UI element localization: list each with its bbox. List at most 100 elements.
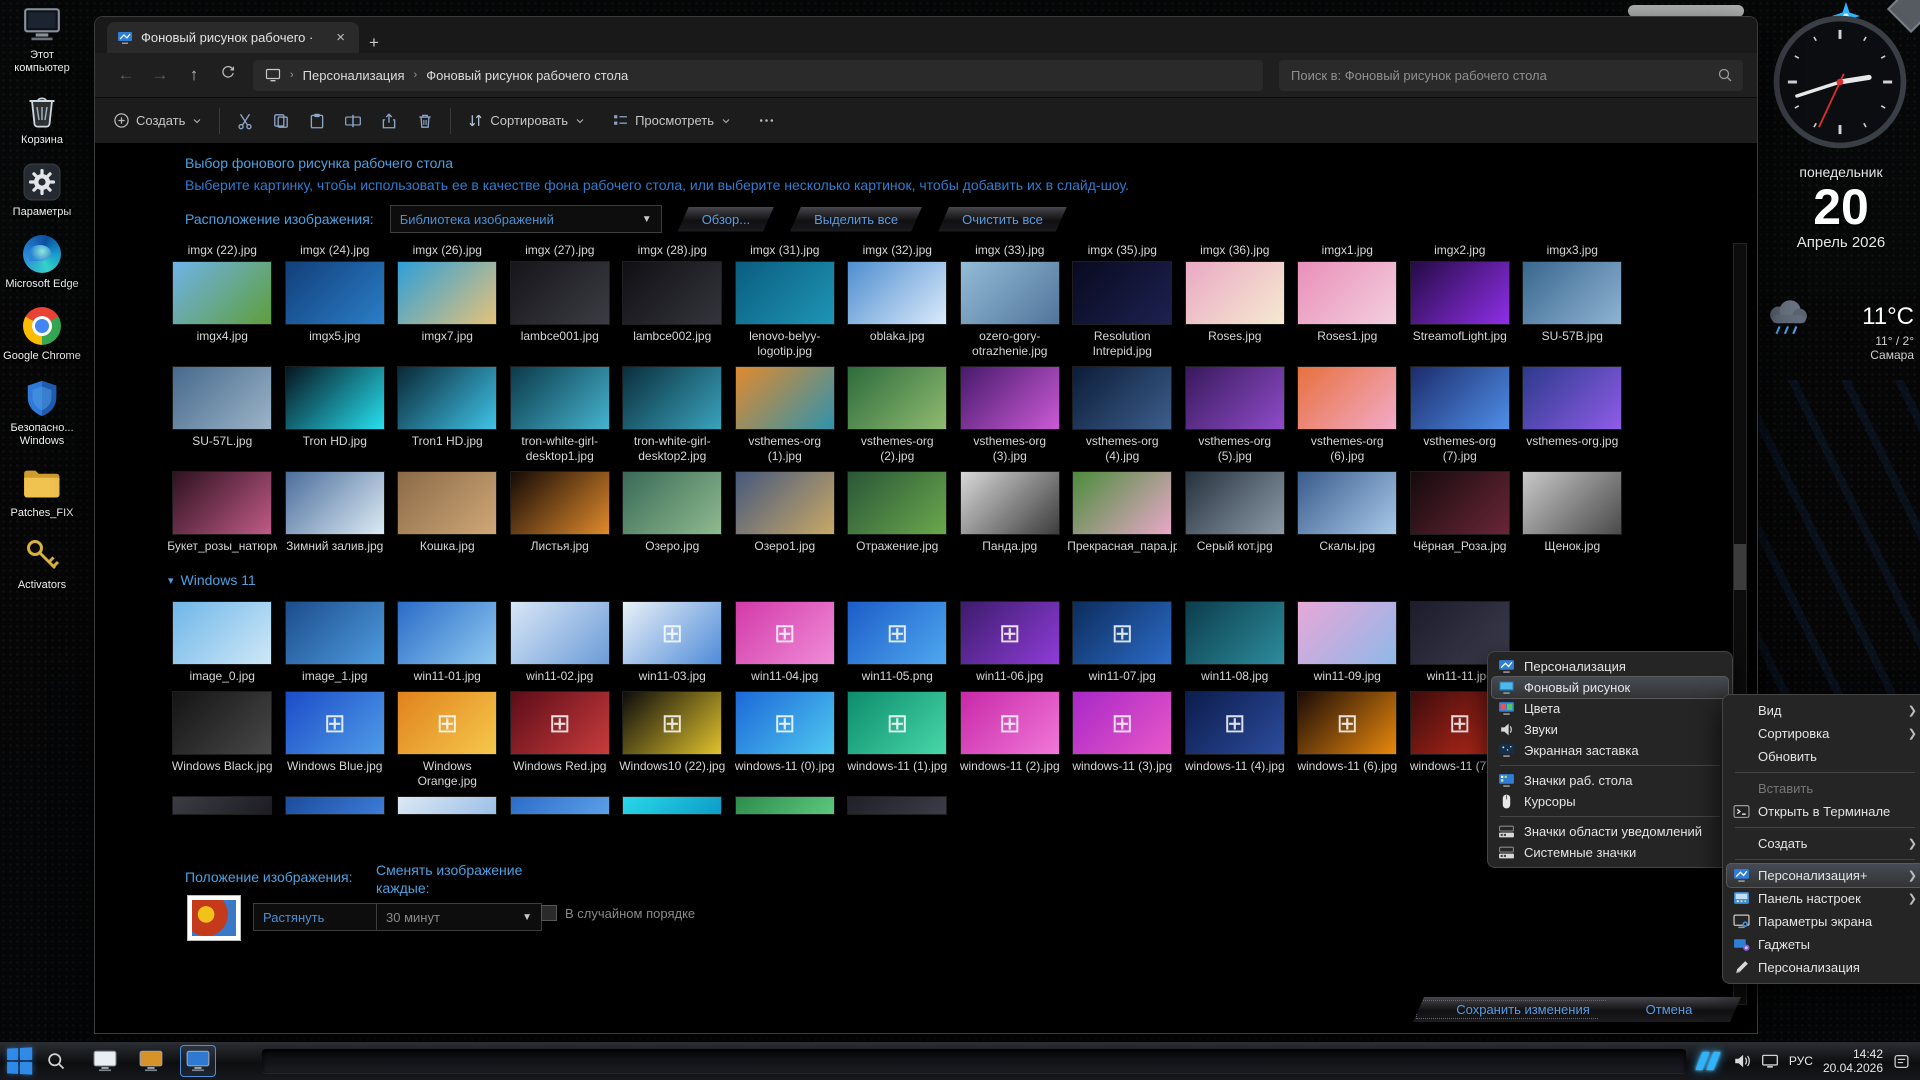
wallpaper-cell[interactable]: lenovo-belyy-logotip.jpg	[729, 261, 842, 359]
wallpaper-cell[interactable]: win11-02.jpg	[504, 601, 617, 684]
breadcrumb-item-personalization[interactable]: Персонализация	[303, 68, 405, 83]
wallpaper-thumbnail[interactable]	[1185, 471, 1285, 535]
wallpaper-thumbnail[interactable]	[847, 471, 947, 535]
menu-item[interactable]: Персонализация	[1727, 956, 1920, 979]
wallpaper-cell[interactable]: lambce001.jpg	[504, 261, 617, 359]
refresh-button[interactable]	[211, 65, 245, 86]
image-location-select[interactable]: Библиотека изображений▼	[390, 205, 662, 233]
wallpaper-thumbnail[interactable]	[1072, 261, 1172, 325]
wallpaper-cell[interactable]: Windows Blue.jpg	[279, 691, 392, 789]
wallpaper-thumbnail[interactable]	[172, 796, 272, 815]
wallpaper-thumbnail[interactable]	[397, 601, 497, 665]
wallpaper-thumbnail[interactable]	[510, 471, 610, 535]
back-button[interactable]: ←	[109, 65, 143, 85]
wallpaper-cell[interactable]: Windows10 (22).jpg	[616, 691, 729, 789]
change-interval-select[interactable]: 30 минут▼	[376, 903, 542, 931]
wallpaper-thumbnail[interactable]	[622, 366, 722, 430]
wallpaper-cell[interactable]: Windows Black.jpg	[166, 691, 279, 789]
new-tab-button[interactable]: +	[359, 33, 389, 53]
taskbar-search-icon[interactable]	[46, 1051, 66, 1071]
share-button[interactable]	[380, 112, 398, 130]
menu-item[interactable]: Экранная заставка	[1492, 740, 1728, 761]
wallpaper-cell[interactable]	[279, 796, 392, 815]
breadcrumb[interactable]: › Персонализация › Фоновый рисунок рабоч…	[253, 60, 1263, 91]
wallpaper-cell[interactable]	[504, 796, 617, 815]
taskbar-app-button-2[interactable]	[134, 1046, 168, 1076]
cut-button[interactable]	[236, 112, 254, 130]
wallpaper-cell[interactable]: Resolution Intrepid.jpg	[1066, 261, 1179, 359]
wallpaper-thumbnail[interactable]	[397, 691, 497, 755]
wallpaper-thumbnail[interactable]	[735, 796, 835, 815]
taskbar-app-button-1[interactable]	[88, 1046, 122, 1076]
wallpaper-cell[interactable]: windows-11 (2).jpg	[954, 691, 1067, 789]
wallpaper-cell[interactable]	[616, 796, 729, 815]
display-tray-icon[interactable]	[1761, 1052, 1779, 1070]
wallpaper-cell[interactable]: oblaka.jpg	[841, 261, 954, 359]
wallpaper-thumbnail[interactable]	[622, 471, 722, 535]
paste-button[interactable]	[308, 112, 326, 130]
breadcrumb-item-wallpaper[interactable]: Фоновый рисунок рабочего стола	[426, 68, 628, 83]
menu-item[interactable]: Обновить	[1727, 745, 1920, 768]
wallpaper-cell[interactable]: image_0.jpg	[166, 601, 279, 684]
search-box[interactable]	[1279, 60, 1743, 91]
wallpaper-thumbnail[interactable]	[847, 601, 947, 665]
wallpaper-cell[interactable]: StreamofLight.jpg	[1404, 261, 1517, 359]
menu-item[interactable]: Системные значки	[1492, 842, 1728, 863]
wallpaper-thumbnail[interactable]	[1522, 261, 1622, 325]
wallpaper-thumbnail[interactable]	[1185, 691, 1285, 755]
wallpaper-thumbnail[interactable]	[735, 261, 835, 325]
sort-button[interactable]: Сортировать	[467, 112, 586, 129]
wallpaper-thumbnail[interactable]	[510, 691, 610, 755]
desktop-icon-gear[interactable]: Параметры	[1, 161, 83, 219]
delete-button[interactable]	[416, 112, 434, 130]
menu-item[interactable]: Создать ❯	[1727, 832, 1920, 855]
wallpaper-thumbnail[interactable]	[510, 796, 610, 815]
wallpaper-cell[interactable]: win11-05.png	[841, 601, 954, 684]
wallpaper-thumbnail[interactable]	[960, 601, 1060, 665]
wallpaper-thumbnail[interactable]	[1410, 261, 1510, 325]
desktop-icon-edge[interactable]: Microsoft Edge	[1, 233, 83, 291]
wallpaper-cell[interactable]: Roses1.jpg	[1291, 261, 1404, 359]
wallpaper-thumbnail[interactable]	[1410, 471, 1510, 535]
wallpaper-cell[interactable]: SU-57B.jpg	[1516, 261, 1629, 359]
taskbar-clock[interactable]: 14:42 20.04.2026	[1823, 1047, 1883, 1075]
wallpaper-thumbnail[interactable]	[847, 261, 947, 325]
wallpaper-thumbnail[interactable]	[1410, 366, 1510, 430]
taskbar-app-button-3[interactable]	[180, 1045, 216, 1077]
wallpaper-thumbnail[interactable]	[735, 691, 835, 755]
wallpaper-cell[interactable]: SU-57L.jpg	[166, 366, 279, 464]
wallpaper-cell[interactable]: win11-07.jpg	[1066, 601, 1179, 684]
wallpaper-thumbnail[interactable]	[622, 796, 722, 815]
wallpaper-cell[interactable]: imgx5.jpg	[279, 261, 392, 359]
wallpaper-cell[interactable]: Зимний залив.jpg	[279, 471, 392, 554]
desktop-icon-computer[interactable]: Этот компьютер	[1, 4, 83, 75]
wallpaper-cell[interactable]: vsthemes-org.jpg	[1516, 366, 1629, 464]
wallpaper-cell[interactable]: Озеро1.jpg	[729, 471, 842, 554]
wallpaper-thumbnail[interactable]	[622, 601, 722, 665]
menu-item[interactable]: Персонализация+ ❯	[1727, 864, 1920, 887]
wallpaper-cell[interactable]: Озеро.jpg	[616, 471, 729, 554]
wallpaper-cell[interactable]: windows-11 (0).jpg	[729, 691, 842, 789]
wallpaper-cell[interactable]: win11-06.jpg	[954, 601, 1067, 684]
wallpaper-thumbnail[interactable]	[960, 366, 1060, 430]
wallpaper-cell[interactable]: Панда.jpg	[954, 471, 1067, 554]
wallpaper-cell[interactable]: Отражение.jpg	[841, 471, 954, 554]
wallpaper-thumbnail[interactable]	[172, 366, 272, 430]
wallpaper-cell[interactable]	[841, 796, 954, 815]
wallpaper-thumbnail[interactable]	[1297, 601, 1397, 665]
search-input[interactable]	[1289, 67, 1717, 84]
create-button[interactable]: Создать	[113, 112, 203, 129]
volume-icon[interactable]	[1733, 1052, 1751, 1070]
wallpaper-cell[interactable]: vsthemes-org (2).jpg	[841, 366, 954, 464]
wallpaper-cell[interactable]: tron-white-girl-desktop1.jpg	[504, 366, 617, 464]
wallpaper-cell[interactable]: Серый кот.jpg	[1179, 471, 1292, 554]
wallpaper-cell[interactable]: imgx4.jpg	[166, 261, 279, 359]
wallpaper-thumbnail[interactable]	[847, 691, 947, 755]
menu-item[interactable]: Сортировка ❯	[1727, 722, 1920, 745]
wallpaper-thumbnail[interactable]	[1072, 601, 1172, 665]
wallpaper-thumbnail[interactable]	[622, 261, 722, 325]
wallpaper-thumbnail[interactable]	[1297, 261, 1397, 325]
wallpaper-cell[interactable]: win11-04.jpg	[729, 601, 842, 684]
copy-button[interactable]	[272, 112, 290, 130]
wallpaper-cell[interactable]: Tron1 HD.jpg	[391, 366, 504, 464]
